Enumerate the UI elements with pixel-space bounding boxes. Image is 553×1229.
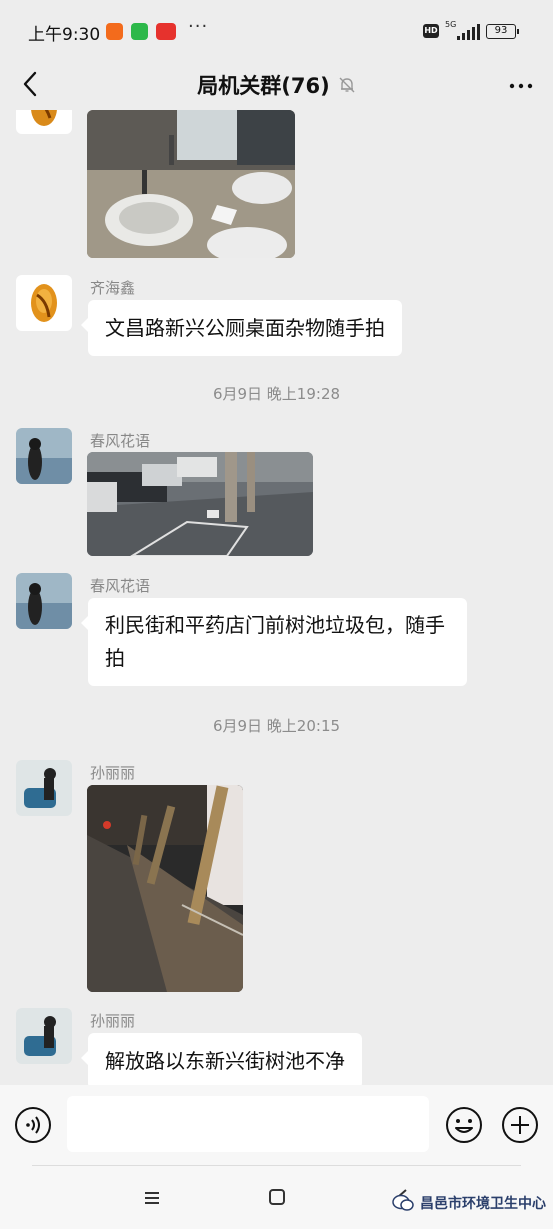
system-navigation-bar: 昌邑市环境卫生中心	[0, 1165, 553, 1229]
voice-icon[interactable]	[14, 1106, 52, 1144]
home-icon[interactable]	[263, 1183, 291, 1211]
mute-bell-icon	[339, 77, 355, 93]
avatar[interactable]	[16, 1008, 72, 1064]
message-image[interactable]	[87, 785, 243, 992]
avatar[interactable]	[16, 428, 72, 484]
watermark-text: 昌邑市环境卫生中心	[420, 1196, 546, 1212]
app-icon-green-shield	[131, 23, 148, 40]
avatar[interactable]	[16, 110, 72, 134]
sender-name: 齐海鑫	[90, 279, 136, 297]
chat-title-area: 局机关群(76)	[0, 70, 553, 100]
plus-icon[interactable]	[501, 1106, 539, 1144]
battery-icon: 93	[486, 24, 519, 39]
message-bubble[interactable]: 利民街和平药店门前树池垃圾包，随手拍	[81, 598, 467, 686]
more-icon[interactable]	[503, 66, 539, 102]
avatar[interactable]	[16, 760, 72, 816]
watermark: 昌邑市环境卫生中心	[392, 1193, 546, 1213]
chat-message-list[interactable]: 齐海鑫 文昌路新兴公厕桌面杂物随手拍 6月9日 晚上19:28 春风花语 春风花…	[0, 110, 553, 1085]
sender-name: 春风花语	[90, 577, 151, 595]
status-time: 上午9:30	[28, 25, 101, 45]
avatar[interactable]	[16, 573, 72, 629]
message-image[interactable]	[87, 452, 313, 556]
page-title: 局机关群(76)	[197, 74, 330, 98]
app-icon-orange	[106, 23, 123, 40]
chat-header: 局机关群(76)	[0, 62, 553, 110]
sender-name: 孙丽丽	[90, 1012, 136, 1030]
sender-name: 春风花语	[90, 432, 151, 450]
menu-icon[interactable]	[138, 1185, 166, 1211]
message-input[interactable]	[67, 1096, 429, 1152]
message-timestamp: 6月9日 晚上20:15	[212, 717, 341, 735]
divider	[32, 1165, 521, 1166]
message-bubble[interactable]: 文昌路新兴公厕桌面杂物随手拍	[81, 300, 402, 356]
input-bar	[0, 1085, 553, 1165]
emoji-icon[interactable]	[445, 1106, 483, 1144]
status-bar: 上午9:30 ··· HD 5G 93	[0, 0, 553, 62]
app-icon-toutiao	[156, 23, 176, 40]
status-more-dots: ···	[188, 16, 209, 37]
wechat-logo-icon	[392, 1194, 414, 1211]
message-image[interactable]	[87, 110, 295, 258]
avatar[interactable]	[16, 275, 72, 331]
message-bubble[interactable]: 解放路以东新兴街树池不净	[81, 1033, 362, 1085]
hd-icon: HD	[423, 24, 439, 38]
signal-icon	[453, 24, 481, 40]
message-timestamp: 6月9日 晚上19:28	[212, 385, 341, 403]
sender-name: 孙丽丽	[90, 764, 136, 782]
